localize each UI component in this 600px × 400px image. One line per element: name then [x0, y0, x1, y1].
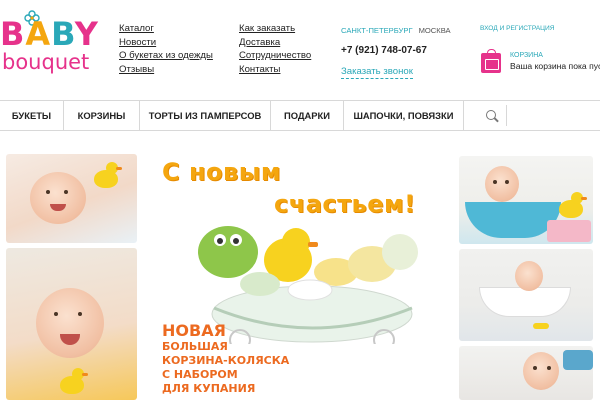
promo-line: корзина-коляска: [162, 354, 290, 367]
promo-line: с набором: [162, 368, 238, 381]
shopping-bag-icon[interactable]: [481, 49, 501, 73]
promo-line: для купания: [162, 382, 256, 395]
phone-number[interactable]: +7 (921) 748-07-67: [341, 45, 427, 56]
nav-link-about-bouquets[interactable]: О букетах из одежды: [119, 49, 213, 63]
nav-link-news[interactable]: Новости: [119, 36, 213, 50]
callback-link[interactable]: Заказать звонок: [341, 66, 413, 79]
menu-item-gifts[interactable]: Подарки: [271, 101, 344, 130]
bath-toy: [563, 350, 593, 370]
promo-banner[interactable]: С новым счастьем! Новая большая: [144, 150, 450, 400]
baby-eye: [533, 366, 537, 370]
rubber-duck-icon: [533, 323, 549, 329]
search-divider: [506, 105, 507, 126]
baby-face: [485, 166, 519, 202]
baby-eye: [78, 312, 82, 316]
city-spb[interactable]: Санкт-Петербург: [341, 26, 413, 35]
login-link[interactable]: Вход и регистрация: [480, 25, 555, 32]
photo-baby-white-tub[interactable]: [459, 249, 593, 341]
baby-eye: [505, 180, 509, 184]
site-logo[interactable]: BABY bouquet: [0, 10, 98, 80]
toys-and-towels-image: [198, 226, 418, 301]
site-header: BABY bouquet Каталог Новости О букетах и…: [0, 0, 600, 100]
baby-eye: [64, 190, 68, 194]
nav-column-help: Как заказать Доставка Сотрудничество Кон…: [239, 22, 311, 76]
baby-eye: [54, 312, 58, 316]
nav-link-catalog[interactable]: Каталог: [119, 22, 213, 36]
logo-letter: A: [25, 15, 52, 53]
menu-item-baskets[interactable]: Корзины: [64, 101, 140, 130]
nav-link-how-to-order[interactable]: Как заказать: [239, 22, 311, 36]
promo-line: большая: [162, 340, 228, 353]
menu-item-hats[interactable]: Шапочки, повязки: [344, 101, 464, 130]
logo-letter: B: [51, 15, 75, 53]
nav-column-info: Каталог Новости О букетах из одежды Отзы…: [119, 22, 213, 76]
photo-baby-blue-tub[interactable]: [459, 156, 593, 244]
logo-word-bottom: bouquet: [2, 50, 90, 74]
photo-baby-bath-smiling[interactable]: [6, 154, 137, 243]
towel-stack: [547, 220, 591, 242]
city-switcher: Санкт-Петербург Москва: [341, 26, 451, 35]
baby-eye: [547, 366, 551, 370]
city-moscow[interactable]: Москва: [419, 26, 451, 35]
cart-title[interactable]: Корзина: [510, 52, 543, 59]
bath-tub: [479, 287, 571, 317]
promo-text: Новая большая корзина-коляска с набором …: [162, 321, 290, 396]
nav-link-contacts[interactable]: Контакты: [239, 63, 311, 77]
photo-baby-crawling[interactable]: [459, 346, 593, 400]
baby-eye: [46, 190, 50, 194]
menu-item-diaper-cakes[interactable]: Торты из памперсов: [140, 101, 271, 130]
photo-baby-laughing[interactable]: [6, 248, 137, 400]
promo-line: Новая: [162, 321, 226, 340]
banner-headline-line1: С новым: [162, 158, 282, 186]
baby-face: [523, 352, 559, 390]
baby-face: [30, 172, 86, 224]
baby-face: [515, 261, 543, 291]
cart-status: Ваша корзина пока пуст: [510, 61, 600, 71]
menu-item-bouquets[interactable]: Букеты: [0, 101, 64, 130]
baby-eye: [493, 180, 497, 184]
logo-letter: Y: [74, 15, 99, 53]
nav-link-delivery[interactable]: Доставка: [239, 36, 311, 50]
logo-word-top: BABY: [0, 18, 99, 50]
main-menu: Букеты Корзины Торты из памперсов Подарк…: [0, 100, 600, 131]
page: BABY bouquet Каталог Новости О букетах и…: [0, 0, 600, 400]
logo-letter: B: [0, 15, 26, 53]
baby-face: [36, 288, 104, 358]
search-input[interactable]: [510, 105, 598, 126]
search-icon[interactable]: [486, 110, 496, 120]
rubber-duck-icon: [94, 162, 122, 188]
rubber-duck-icon: [60, 368, 88, 394]
nav-link-reviews[interactable]: Отзывы: [119, 63, 213, 77]
rubber-duck-icon: [559, 192, 587, 218]
nav-link-cooperation[interactable]: Сотрудничество: [239, 49, 311, 63]
